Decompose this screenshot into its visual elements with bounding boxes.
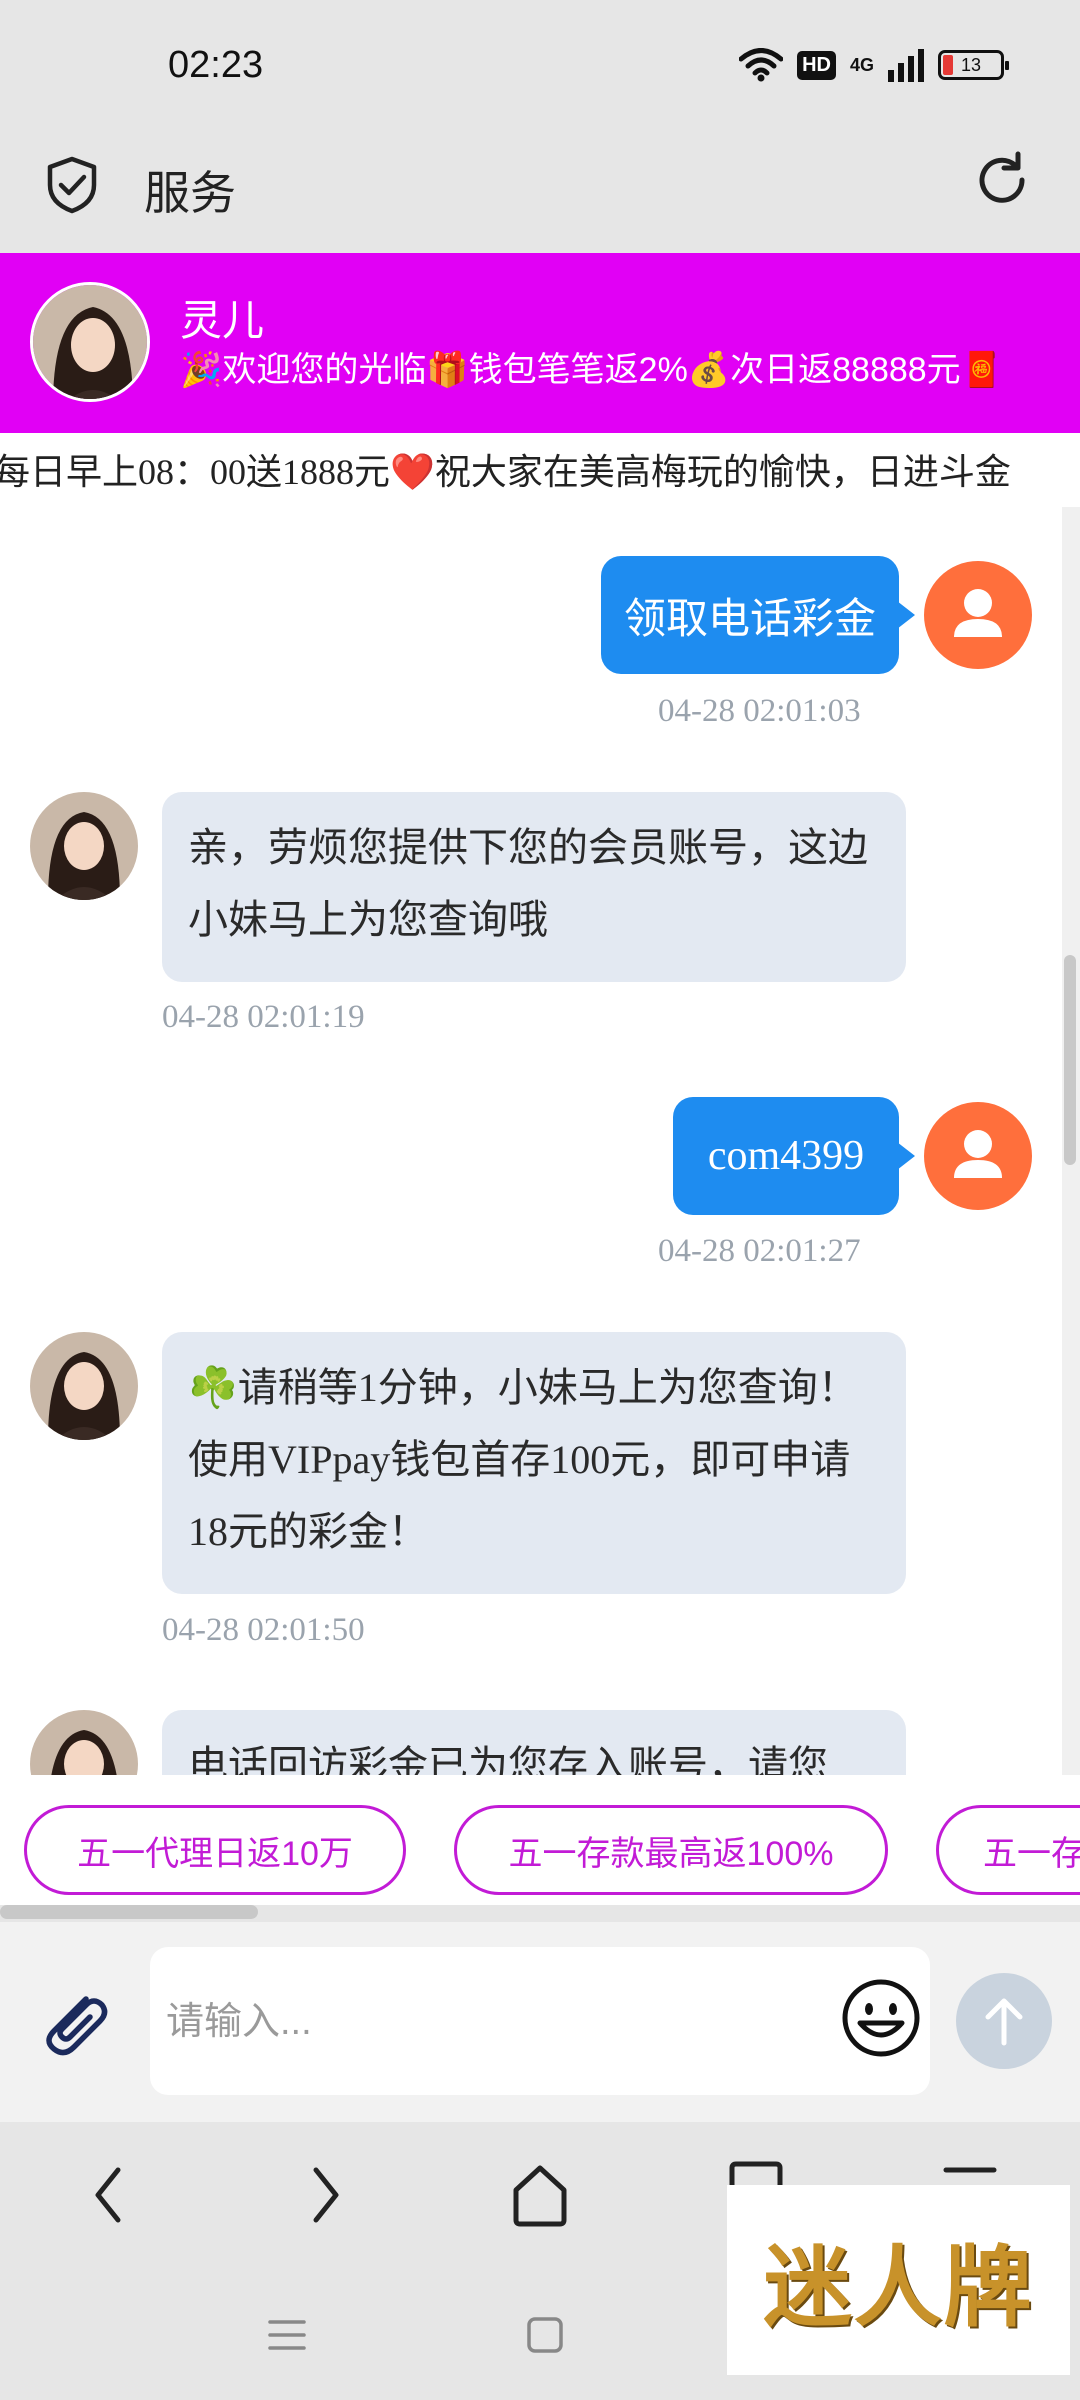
agent-avatar-small — [30, 1710, 138, 1775]
message-timestamp: 04-28 02:01:19 — [162, 999, 365, 1035]
message-text: 电话回访彩金已为您存入账号，请您 — [188, 1743, 828, 1775]
agent-avatar-small — [30, 792, 138, 900]
agent-name: 灵儿 — [180, 297, 265, 344]
announcement-text: 每日早上08：00送1888元❤️祝大家在美高梅玩的愉快，日进斗金 — [0, 452, 1011, 492]
page-title: 服务 — [144, 167, 236, 219]
send-button[interactable] — [956, 1973, 1052, 2069]
wifi-icon — [739, 48, 784, 82]
quick-reply-chip[interactable]: 五一代理日返10万 — [24, 1805, 406, 1895]
shield-check-icon[interactable] — [44, 155, 100, 215]
agent-message-bubble: 亲，劳烦您提供下您的会员账号，这边小妹马上为您查询哦 — [162, 792, 906, 982]
quick-reply-label: 五一代理日返10万 — [77, 1834, 353, 1873]
agent-message-bubble: 电话回访彩金已为您存入账号，请您 — [162, 1710, 906, 1775]
paperclip-icon[interactable] — [36, 1985, 114, 2061]
quick-reply-chip[interactable]: 五一存款最高返100% — [454, 1805, 888, 1895]
forward-icon[interactable] — [300, 2160, 350, 2230]
back-icon[interactable] — [84, 2160, 134, 2230]
refresh-icon[interactable] — [972, 150, 1032, 210]
message-timestamp: 04-28 02:01:03 — [658, 693, 861, 729]
agent-avatar — [30, 282, 150, 402]
user-avatar — [924, 561, 1032, 669]
emoji-icon[interactable] — [838, 1975, 924, 2061]
agent-greeting: 🎉欢迎您的光临🎁钱包笔笔返2%💰次日返88888元🧧 — [180, 351, 1004, 389]
chat-area[interactable]: 领取电话彩金 04-28 02:01:03 亲，劳烦您提供下您的会员账号，这边小… — [0, 507, 1062, 1775]
message-input-placeholder: 请输入... — [166, 2001, 312, 2043]
network-type: 4G — [849, 54, 874, 75]
signal-icon — [888, 49, 924, 82]
hd-badge: HD — [797, 50, 836, 80]
system-home-icon[interactable] — [524, 2314, 566, 2356]
message-timestamp: 04-28 02:01:27 — [658, 1233, 861, 1269]
battery-icon: 13 — [938, 50, 1009, 80]
agent-message-bubble: ☘️请稍等1分钟，小妹马上为您查询！使用VIPpay钱包首存100元，即可申请1… — [162, 1332, 906, 1594]
status-time: 02:23 — [168, 44, 264, 86]
arrow-up-icon — [985, 1998, 1023, 2046]
status-icons: HD 4G 13 — [739, 48, 1009, 82]
quick-replies-scrollbar[interactable] — [0, 1905, 258, 1919]
chat-scrollbar-thumb[interactable] — [1064, 955, 1076, 1165]
quick-reply-label: 五一存 — [983, 1834, 1080, 1873]
message-timestamp: 04-28 02:01:50 — [162, 1612, 365, 1648]
user-avatar — [924, 1102, 1032, 1210]
watermark-logo: 迷人牌 — [727, 2185, 1070, 2375]
home-icon[interactable] — [508, 2160, 572, 2230]
recent-apps-icon[interactable] — [264, 2312, 310, 2358]
message-text: 亲，劳烦您提供下您的会员账号，这边小妹马上为您查询哦 — [188, 825, 868, 942]
message-text: 领取电话彩金 — [623, 596, 876, 643]
message-text: com4399 — [707, 1133, 865, 1179]
quick-reply-label: 五一存款最高返100% — [508, 1834, 834, 1873]
quick-reply-chip[interactable]: 五一存 — [936, 1805, 1080, 1895]
watermark-text: 迷人牌 — [763, 2235, 1034, 2339]
message-text: ☘️请稍等1分钟，小妹马上为您查询！使用VIPpay钱包首存100元，即可申请1… — [188, 1365, 858, 1554]
user-message-bubble: com4399 — [673, 1097, 915, 1215]
user-message-bubble: 领取电话彩金 — [601, 556, 915, 674]
announcement-marquee: 每日早上08：00送1888元❤️祝大家在美高梅玩的愉快，日进斗金 — [0, 433, 1080, 507]
agent-avatar-small — [30, 1332, 138, 1440]
battery-level: 13 — [960, 54, 982, 75]
